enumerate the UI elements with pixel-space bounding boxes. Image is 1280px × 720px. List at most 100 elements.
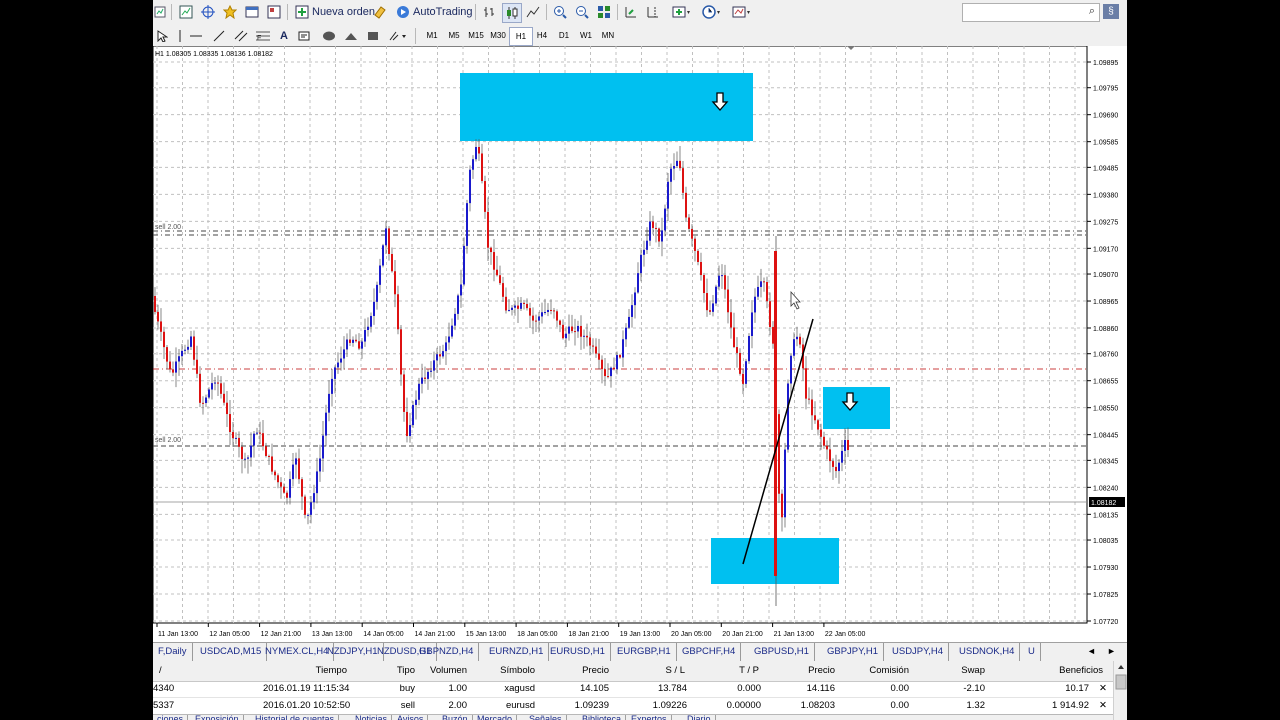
- terminal-tab[interactable]: ciones: [153, 715, 189, 720]
- crosshair-icon[interactable]: [199, 3, 217, 21]
- candle-body: [511, 307, 513, 310]
- candle-body: [751, 312, 753, 336]
- chart-tab[interactable]: USDNOK,H4: [954, 643, 1021, 661]
- col-current-price[interactable]: Precio: [789, 665, 835, 676]
- supply-zone-top[interactable]: [460, 73, 753, 141]
- timeframe-m5[interactable]: M5: [443, 27, 465, 44]
- new-order-button[interactable]: Nueva orden: [292, 3, 378, 21]
- rectangle-icon[interactable]: [365, 27, 381, 45]
- terminal-tab[interactable]: Avisos: [393, 715, 429, 720]
- terminal-tab[interactable]: Buzón: [438, 715, 473, 720]
- bar-chart-icon[interactable]: [480, 3, 498, 21]
- timeframe-mn[interactable]: MN: [597, 27, 619, 44]
- chart-tab[interactable]: USDJPY,H4: [887, 643, 950, 661]
- col-volume[interactable]: Volumen: [421, 665, 467, 676]
- timeframe-m30[interactable]: M30: [487, 27, 509, 44]
- zoom-out-icon[interactable]: [573, 3, 591, 21]
- chart-tab[interactable]: GBPJPY,H1: [822, 643, 885, 661]
- timeframe-m1[interactable]: M1: [421, 27, 443, 44]
- close-order-icon[interactable]: ✕: [1099, 683, 1107, 694]
- chart-tab[interactable]: EURGBP,H1: [612, 643, 677, 661]
- chart-tab[interactable]: F,Daily: [153, 643, 193, 661]
- supply-zone-right[interactable]: [823, 387, 890, 429]
- tile-windows-icon[interactable]: [595, 3, 613, 21]
- chart-tab[interactable]: USDCAD,M15: [195, 643, 268, 661]
- col-order[interactable]: /: [159, 665, 162, 676]
- col-symbol[interactable]: Símbolo: [487, 665, 535, 676]
- chart-tab[interactable]: GBPCHF,H4: [677, 643, 742, 661]
- timeframe-m15[interactable]: M15: [465, 27, 487, 44]
- new-chart-icon[interactable]: [153, 3, 167, 21]
- terminal-scrollbar[interactable]: [1113, 661, 1127, 720]
- candle-body: [373, 301, 375, 316]
- terminal-tab[interactable]: Expertos: [627, 715, 672, 720]
- terminal-tab[interactable]: Diario: [683, 715, 716, 720]
- col-sl[interactable]: S / L: [645, 665, 685, 676]
- favorites-icon[interactable]: [221, 3, 239, 21]
- equidistant-channel-icon[interactable]: [233, 27, 249, 45]
- col-swap[interactable]: Swap: [949, 665, 985, 676]
- timeframe-d1[interactable]: D1: [553, 27, 575, 44]
- candle-body: [238, 437, 240, 447]
- terminal-tab[interactable]: Exposición: [191, 715, 244, 720]
- triangle-icon[interactable]: [343, 27, 359, 45]
- close-order-icon[interactable]: ✕: [1099, 700, 1107, 711]
- profiles-icon[interactable]: [177, 3, 195, 21]
- horizontal-line-icon[interactable]: [189, 27, 203, 45]
- candle-body: [172, 369, 174, 373]
- timeframe-w1[interactable]: W1: [575, 27, 597, 44]
- periods-icon[interactable]: [700, 3, 724, 21]
- terminal-tab[interactable]: Historial de cuentas: [251, 715, 340, 720]
- signals-icon[interactable]: §: [1103, 4, 1119, 19]
- chart-tab[interactable]: GBPNZD,H4: [414, 643, 480, 661]
- more-objects-icon[interactable]: [387, 27, 409, 45]
- terminal-tab[interactable]: Biblioteca: [578, 715, 627, 720]
- candle-body: [223, 393, 225, 403]
- trade-row[interactable]: 5337 2016.01.20 10:52:50 sell 2.00 eurusd 1.0…: [153, 698, 1113, 715]
- timeframe-h1[interactable]: H1: [509, 27, 533, 46]
- candle-body: [658, 228, 660, 242]
- col-profit[interactable]: Beneficios: [1039, 665, 1103, 676]
- search-icon[interactable]: ⌕: [1089, 5, 1095, 18]
- chart-header: H1 1.08305 1.08335 1.08136 1.08182: [155, 51, 273, 58]
- ellipse-icon[interactable]: [321, 27, 337, 45]
- terminal-tab[interactable]: Mercado: [473, 715, 518, 720]
- price-chart[interactable]: 1.09895 1.09795 1.09690 1.09585 1.09485 1.093…: [153, 46, 1127, 642]
- timeframe-h4[interactable]: H4: [531, 27, 553, 44]
- zoom-in-icon[interactable]: [551, 3, 569, 21]
- candle-body: [808, 398, 810, 400]
- line-chart-icon[interactable]: [524, 3, 542, 21]
- vertical-line-icon[interactable]: [173, 27, 187, 45]
- text-icon[interactable]: A: [277, 27, 291, 45]
- chart-tab[interactable]: U: [1023, 643, 1041, 661]
- metaeditor-icon[interactable]: [371, 3, 389, 21]
- chart-tab[interactable]: EURNZD,H1: [484, 643, 550, 661]
- col-commission[interactable]: Comisión: [853, 665, 909, 676]
- chart-tab[interactable]: EURUSD,H1: [545, 643, 611, 661]
- chart-shift-icon[interactable]: [644, 3, 662, 21]
- col-time[interactable]: Tiempo: [281, 665, 347, 676]
- trend-line-icon[interactable]: [211, 27, 227, 45]
- time-axis-label: 20 Jan 21:00: [722, 631, 763, 638]
- cursor-icon[interactable]: [155, 27, 169, 45]
- search-input[interactable]: ⌕: [962, 3, 1100, 22]
- candles-icon[interactable]: [502, 3, 522, 23]
- navigator-icon[interactable]: [265, 3, 283, 21]
- indicators-icon[interactable]: [670, 3, 694, 21]
- col-type[interactable]: Tipo: [385, 665, 415, 676]
- autotrading-button[interactable]: AutoTrading: [393, 3, 476, 21]
- tabs-prev-icon[interactable]: ◄: [1087, 646, 1096, 656]
- col-price[interactable]: Precio: [563, 665, 609, 676]
- terminal-tab[interactable]: Noticias: [351, 715, 393, 720]
- chart-canvas[interactable]: 1.09895 1.09795 1.09690 1.09585 1.09485 1.093…: [153, 46, 1127, 642]
- terminal-tab[interactable]: Señales: [525, 715, 567, 720]
- trade-row[interactable]: 4340 2016.01.19 11:15:34 buy 1.00 xagusd 14.1…: [153, 681, 1113, 698]
- tabs-next-icon[interactable]: ►: [1107, 646, 1116, 656]
- col-tp[interactable]: T / P: [719, 665, 759, 676]
- templates-icon[interactable]: [730, 3, 754, 21]
- chart-tab[interactable]: GBPUSD,H1: [749, 643, 815, 661]
- fibonacci-icon[interactable]: F: [255, 27, 271, 45]
- market-watch-icon[interactable]: [243, 3, 261, 21]
- autoscroll-icon[interactable]: [622, 3, 640, 21]
- text-label-icon[interactable]: [297, 27, 311, 45]
